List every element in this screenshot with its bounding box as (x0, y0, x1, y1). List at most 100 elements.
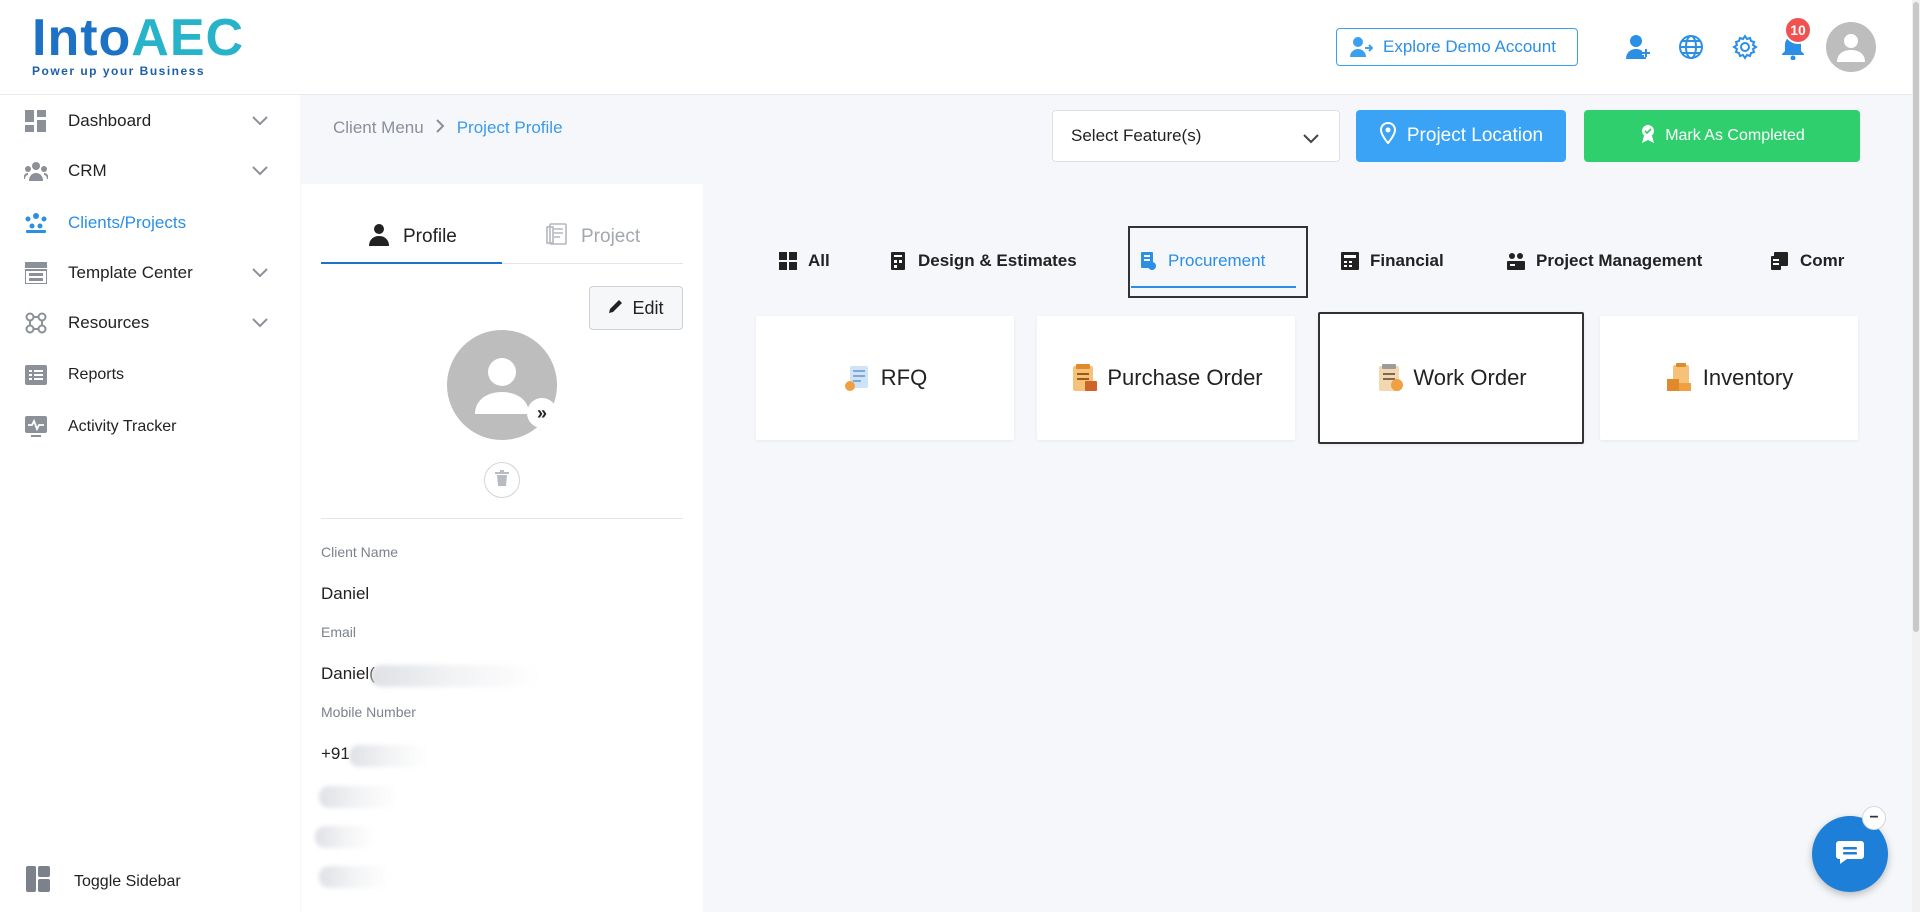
email-label: Email (321, 624, 357, 640)
template-icon (24, 261, 48, 285)
chevron-right-icon (436, 118, 445, 138)
globe-icon[interactable] (1676, 32, 1706, 62)
sidebar-item-label: Activity Tracker (68, 418, 177, 435)
select-feature-placeholder: Select Feature(s) (1071, 126, 1202, 145)
profile-divider (321, 518, 683, 519)
tab-project-management[interactable]: Project Management (1506, 226, 1702, 296)
user-avatar-icon[interactable] (1826, 22, 1876, 72)
redacted-field (319, 866, 389, 888)
sidebar-item-template-center[interactable]: Template Center (0, 253, 300, 293)
tab-all-label: All (808, 251, 830, 270)
explore-demo-account-label: Explore Demo Account (1383, 37, 1556, 56)
grid-icon (778, 251, 798, 271)
tab-financial[interactable]: Financial (1340, 226, 1444, 296)
sidebar-item-reports[interactable]: Reports (0, 355, 300, 395)
tab-design-estimates[interactable]: Design & Estimates (888, 226, 1077, 296)
chat-minimize-button[interactable]: − (1862, 806, 1886, 830)
logo-name-main: Into (32, 9, 132, 67)
rfq-card[interactable]: RFQ (756, 316, 1014, 440)
sidebar-item-label: Reports (68, 366, 125, 383)
work-order-label: Work Order (1413, 365, 1527, 390)
pencil-icon (608, 298, 624, 319)
breadcrumb-project-profile: Project Profile (456, 118, 563, 137)
explore-demo-account-button[interactable]: Explore Demo Account (1336, 28, 1578, 66)
rfq-label: RFQ (880, 365, 928, 390)
user-icon (367, 222, 391, 252)
activity-icon (24, 415, 48, 439)
clients-icon (24, 211, 48, 235)
mark-as-completed-button[interactable]: Mark As Completed (1584, 110, 1860, 162)
tab-financial-label: Financial (1370, 251, 1444, 270)
tab-all[interactable]: All (778, 226, 830, 296)
project-location-button[interactable]: Project Location (1356, 110, 1566, 162)
tab-communication-label: Comr (1800, 251, 1845, 270)
tab-project-management-label: Project Management (1536, 251, 1703, 270)
rfq-icon (843, 363, 873, 393)
mark-as-completed-label: Mark As Completed (1665, 127, 1805, 144)
redacted-email (371, 665, 541, 687)
sidebar-item-dashboard[interactable]: Dashboard (0, 101, 300, 141)
sidebar: Dashboard CRM Clients/Projects Template … (0, 95, 300, 912)
client-name-label: Client Name (321, 544, 399, 560)
purchase-order-label: Purchase Order (1107, 365, 1263, 390)
trash-icon (495, 469, 509, 491)
edit-button[interactable]: Edit (589, 286, 683, 330)
profile-panel: Profile Project Edit » Client Name Danie… (301, 184, 703, 912)
reports-icon (24, 363, 48, 387)
purchase-order-card[interactable]: Purchase Order (1037, 316, 1295, 440)
sidebar-item-label: Dashboard (68, 111, 152, 130)
tab-communication[interactable]: Comr (1770, 226, 1844, 296)
toggle-sidebar-button[interactable]: Toggle Sidebar (26, 866, 181, 897)
tab-project-label: Project (581, 226, 641, 247)
dashboard-icon (24, 109, 48, 133)
logo-tagline: Power up your Business (32, 64, 206, 78)
inventory-label: Inventory (1702, 365, 1794, 390)
select-feature-dropdown[interactable]: Select Feature(s) (1052, 110, 1340, 162)
delete-photo-button[interactable] (484, 462, 520, 498)
redacted-field (319, 786, 399, 808)
project-location-label: Project Location (1406, 125, 1544, 146)
chevron-down-icon (252, 315, 268, 333)
work-order-card[interactable]: Work Order (1318, 312, 1584, 444)
project-management-icon (1506, 251, 1526, 271)
tab-profile[interactable]: Profile (367, 214, 457, 260)
sidebar-item-crm[interactable]: CRM (0, 151, 300, 191)
tab-project[interactable]: Project (545, 214, 640, 260)
completed-badge-icon (1639, 124, 1657, 149)
redacted-field (315, 826, 375, 848)
inventory-icon (1665, 363, 1695, 393)
breadcrumb-client-menu[interactable]: Client Menu (333, 118, 424, 138)
mobile-number-value: +91 (321, 744, 350, 763)
edit-label: Edit (632, 297, 664, 318)
chat-bubble-icon (1835, 839, 1865, 870)
communication-icon (1770, 251, 1790, 271)
purchase-order-icon (1069, 363, 1099, 393)
chevron-down-icon (252, 163, 268, 181)
logo-name-accent: AEC (131, 9, 245, 67)
intoaec-logo[interactable]: IntoAEC Power up your Business (32, 9, 243, 80)
toggle-sidebar-icon (26, 866, 50, 897)
sidebar-item-label: Clients/Projects (68, 213, 187, 232)
active-feature-tab-indicator (1131, 286, 1296, 288)
gear-icon[interactable] (1730, 32, 1760, 62)
sidebar-item-clients-projects[interactable]: Clients/Projects (0, 203, 300, 243)
sidebar-item-activity-tracker[interactable]: Activity Tracker (0, 407, 300, 447)
work-order-icon (1375, 363, 1405, 393)
redacted-mobile (349, 745, 429, 767)
map-pin-icon (1379, 121, 1397, 150)
inventory-card[interactable]: Inventory (1600, 316, 1858, 440)
user-switch-icon (1350, 37, 1373, 57)
sidebar-item-label: Resources (68, 313, 150, 332)
toggle-sidebar-label: Toggle Sidebar (74, 872, 181, 890)
financial-icon (1340, 251, 1360, 271)
client-name-value: Daniel (321, 584, 370, 603)
tab-profile-label: Profile (403, 226, 457, 247)
add-user-icon[interactable] (1624, 32, 1654, 62)
page-scrollbar-thumb[interactable] (1913, 2, 1919, 632)
sidebar-item-resources[interactable]: Resources (0, 303, 300, 343)
mobile-number-label: Mobile Number (321, 704, 416, 720)
chevron-down-icon (252, 113, 268, 131)
active-tab-indicator (321, 262, 502, 264)
expand-avatar-button[interactable]: » (527, 398, 557, 428)
chevron-down-icon (252, 265, 268, 283)
